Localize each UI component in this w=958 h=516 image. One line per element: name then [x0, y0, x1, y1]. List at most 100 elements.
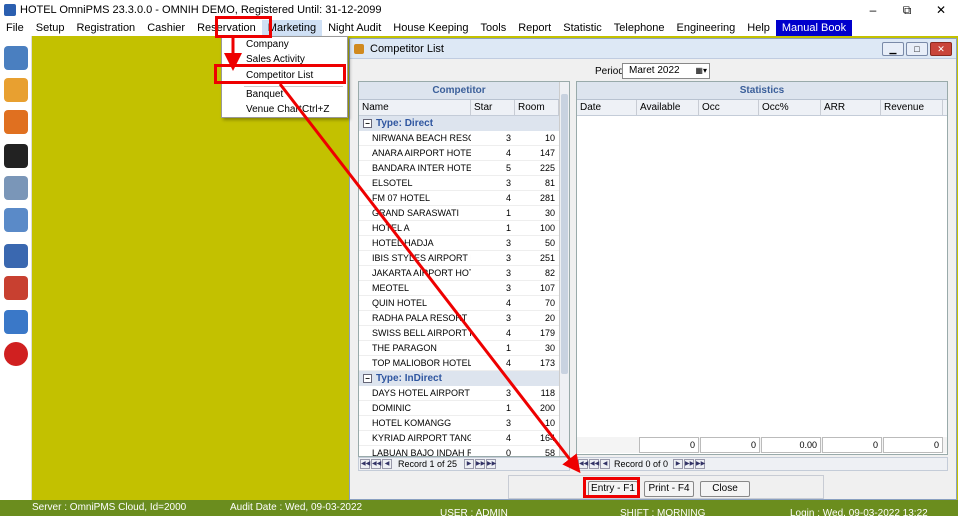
guest-card-icon[interactable] [4, 46, 28, 70]
cell-star: 4 [505, 358, 511, 368]
maximize-button[interactable]: ⧉ [890, 0, 924, 20]
stats-nav-prev-icon[interactable]: ◀ [600, 459, 610, 469]
stats-nav-next-icon[interactable]: ▶ [673, 459, 684, 469]
menu-item-company[interactable]: Company [246, 39, 289, 50]
print-button[interactable]: Print - F4 [644, 481, 694, 497]
menu-statistic[interactable]: Statistic [557, 20, 608, 36]
table-row[interactable]: RADHA PALA RESORT 3 20 [359, 311, 559, 326]
cell-room: 200 [539, 403, 555, 413]
nav-last-icon[interactable]: ▶▶ [486, 459, 496, 469]
cell-name: NIRWANA BEACH RESORT [372, 133, 471, 143]
table-row[interactable]: MEOTEL 3 107 [359, 281, 559, 296]
stats-col-revenue[interactable]: Revenue [881, 100, 943, 115]
menu-telephone[interactable]: Telephone [608, 20, 671, 36]
menu-engineering[interactable]: Engineering [671, 20, 742, 36]
group-label: Type: Direct [376, 118, 434, 129]
cell-room: 251 [539, 253, 555, 263]
col-star[interactable]: Star [471, 100, 515, 115]
competitor-vscroll[interactable] [559, 82, 569, 456]
stats-nav-first-icon[interactable]: ◀◀ [578, 459, 588, 469]
collapse-icon[interactable]: − [363, 119, 372, 128]
close-window-button[interactable]: Close [700, 481, 750, 497]
group-row[interactable]: − Type: InDirect [359, 371, 559, 386]
stats-col-available[interactable]: Available [637, 100, 699, 115]
table-row[interactable]: ANARA AIRPORT HOTEL 4 147 [359, 146, 559, 161]
power-icon[interactable] [4, 342, 28, 366]
collapse-icon[interactable]: − [363, 374, 372, 383]
child-maximize-button[interactable]: □ [906, 42, 928, 56]
group-row[interactable]: − Type: Direct [359, 116, 559, 131]
menu-cashier[interactable]: Cashier [141, 20, 191, 36]
menu-report[interactable]: Report [512, 20, 557, 36]
users-icon[interactable] [4, 78, 28, 102]
menu-tools[interactable]: Tools [475, 20, 513, 36]
child-close-button[interactable]: ✕ [930, 42, 952, 56]
menu-house-keeping[interactable]: House Keeping [387, 20, 474, 36]
map-pin-icon[interactable] [4, 110, 28, 134]
table-row[interactable]: HOTEL KOMANGG 3 10 [359, 416, 559, 431]
col-name[interactable]: Name [359, 100, 471, 115]
competitor-grid[interactable]: Competitor Name Star Room − Type: Direct N… [358, 81, 570, 457]
table-row[interactable]: DAYS HOTEL AIRPORT 3 118 [359, 386, 559, 401]
menu-night-audit[interactable]: Night Audit [322, 20, 387, 36]
stats-col-occpct[interactable]: Occ% [759, 100, 821, 115]
table-row[interactable]: BANDARA INTER HOTEL 5 225 [359, 161, 559, 176]
nav-prev-page-icon[interactable]: ◀◀ [371, 459, 381, 469]
cell-room: 118 [540, 388, 555, 398]
table-row[interactable]: SWISS BELL AIRPORT HO... 4 179 [359, 326, 559, 341]
cell-name: RADHA PALA RESORT [372, 313, 468, 323]
cell-name: ELSOTEL [372, 178, 413, 188]
nav-next-page-icon[interactable]: ▶▶ [475, 459, 485, 469]
table-row[interactable]: HOTEL HADJA 3 50 [359, 236, 559, 251]
table-row[interactable]: LABUAN BAJO INDAH RE... 0 58 [359, 446, 559, 456]
col-room[interactable]: Room [515, 100, 559, 115]
stats-nav-next-page-icon[interactable]: ▶▶ [684, 459, 694, 469]
nav-prev-icon[interactable]: ◀ [382, 459, 392, 469]
cell-room: 10 [544, 133, 555, 143]
scroll-thumb[interactable] [561, 94, 568, 374]
table-row[interactable]: GRAND SARASWATI 1 30 [359, 206, 559, 221]
stats-col-arr[interactable]: ARR [821, 100, 881, 115]
stats-col-occ[interactable]: Occ [699, 100, 759, 115]
menu-file[interactable]: File [0, 20, 30, 36]
cell-name: FM 07 HOTEL [372, 193, 431, 203]
menu-item-banquet[interactable]: Banquet [246, 89, 283, 100]
stats-nav-last-icon[interactable]: ▶▶ [695, 459, 705, 469]
bar-chart-icon[interactable] [4, 276, 28, 300]
cell-room: 81 [544, 178, 555, 188]
menu-setup[interactable]: Setup [30, 20, 71, 36]
minimize-button[interactable]: – [856, 0, 890, 20]
cart-icon[interactable] [4, 244, 28, 268]
cell-star: 3 [505, 418, 511, 428]
table-row[interactable]: ELSOTEL 3 81 [359, 176, 559, 191]
nav-first-icon[interactable]: ◀◀ [360, 459, 370, 469]
table-row[interactable]: TOP MALIOBOR HOTEL 4 173 [359, 356, 559, 371]
menu-item-venue-chart[interactable]: Venue Chart [246, 104, 302, 115]
building-icon[interactable] [4, 176, 28, 200]
stats-nav-prev-page-icon[interactable]: ◀◀ [589, 459, 599, 469]
calendar-dropdown-icon[interactable]: ▦▾ [695, 64, 707, 78]
room-icon[interactable] [4, 208, 28, 232]
pie-chart-icon[interactable] [4, 310, 28, 334]
close-button[interactable]: ✕ [924, 0, 958, 20]
table-row[interactable]: HOTEL A 1 100 [359, 221, 559, 236]
table-row[interactable]: IBIS STYLES AIRPORT HO... 3 251 [359, 251, 559, 266]
nav-next-icon[interactable]: ▶ [464, 459, 475, 469]
calendar-icon[interactable] [4, 144, 28, 168]
table-row[interactable]: QUIN HOTEL 4 70 [359, 296, 559, 311]
table-row[interactable]: DOMINIC 1 200 [359, 401, 559, 416]
menu-manual-book[interactable]: Manual Book [775, 20, 853, 36]
table-row[interactable]: FM 07 HOTEL 4 281 [359, 191, 559, 206]
table-row[interactable]: THE PARAGON 1 30 [359, 341, 559, 356]
menu-help[interactable]: Help [741, 20, 776, 36]
statistics-navigator: ◀◀ ◀◀ ◀ Record 0 of 0 ▶ ▶▶ ▶▶ [576, 457, 948, 471]
cell-room: 82 [544, 268, 555, 278]
table-row[interactable]: JAKARTA AIRPORT HOTEL 3 82 [359, 266, 559, 281]
menu-registration[interactable]: Registration [70, 20, 141, 36]
statistics-grid[interactable]: Statistics Date Available Occ Occ% ARR Revenu… [576, 81, 948, 455]
stats-col-date[interactable]: Date [577, 100, 637, 115]
period-select[interactable]: Maret 2022 ▦▾ [622, 63, 710, 79]
table-row[interactable]: KYRIAD AIRPORT TANGE... 4 164 [359, 431, 559, 446]
child-minimize-button[interactable]: ▁ [882, 42, 904, 56]
table-row[interactable]: NIRWANA BEACH RESORT 3 10 [359, 131, 559, 146]
